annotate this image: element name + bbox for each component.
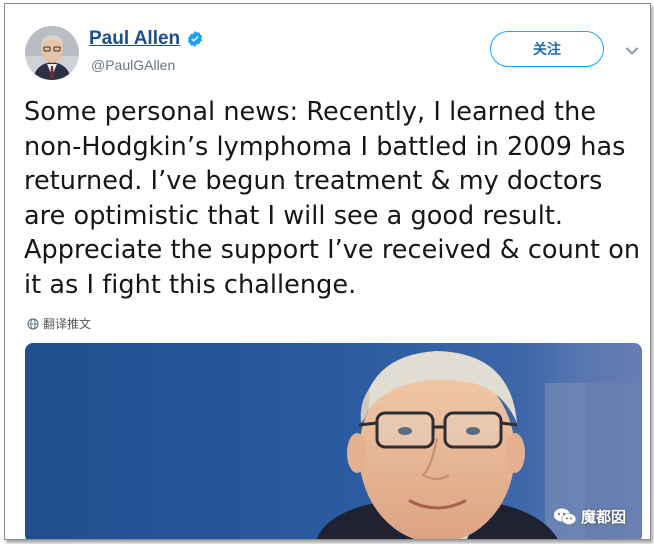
follow-button[interactable]: 关注 bbox=[490, 31, 604, 67]
chevron-down-icon[interactable] bbox=[625, 44, 639, 58]
watermark-label: 魔都囡 bbox=[581, 508, 627, 526]
display-name[interactable]: Paul Allen bbox=[89, 28, 180, 50]
author-name-row: Paul Allen bbox=[89, 28, 204, 50]
watermark: 魔都囡 bbox=[553, 506, 626, 527]
verified-badge-icon bbox=[188, 31, 203, 47]
wechat-icon bbox=[554, 508, 577, 525]
globe-icon bbox=[27, 317, 39, 330]
translate-label: 翻译推文 bbox=[43, 317, 92, 331]
avatar[interactable] bbox=[25, 26, 79, 80]
user-handle[interactable]: @PaulGAllen bbox=[91, 57, 175, 73]
tweet-photo[interactable] bbox=[25, 343, 642, 539]
translate-tweet-link[interactable]: 翻译推文 bbox=[27, 315, 91, 332]
tweet-card: Paul Allen @PaulGAllen 关注 Some personal … bbox=[4, 3, 651, 540]
tweet-text: Some personal news: Recently, I learned … bbox=[24, 97, 641, 300]
